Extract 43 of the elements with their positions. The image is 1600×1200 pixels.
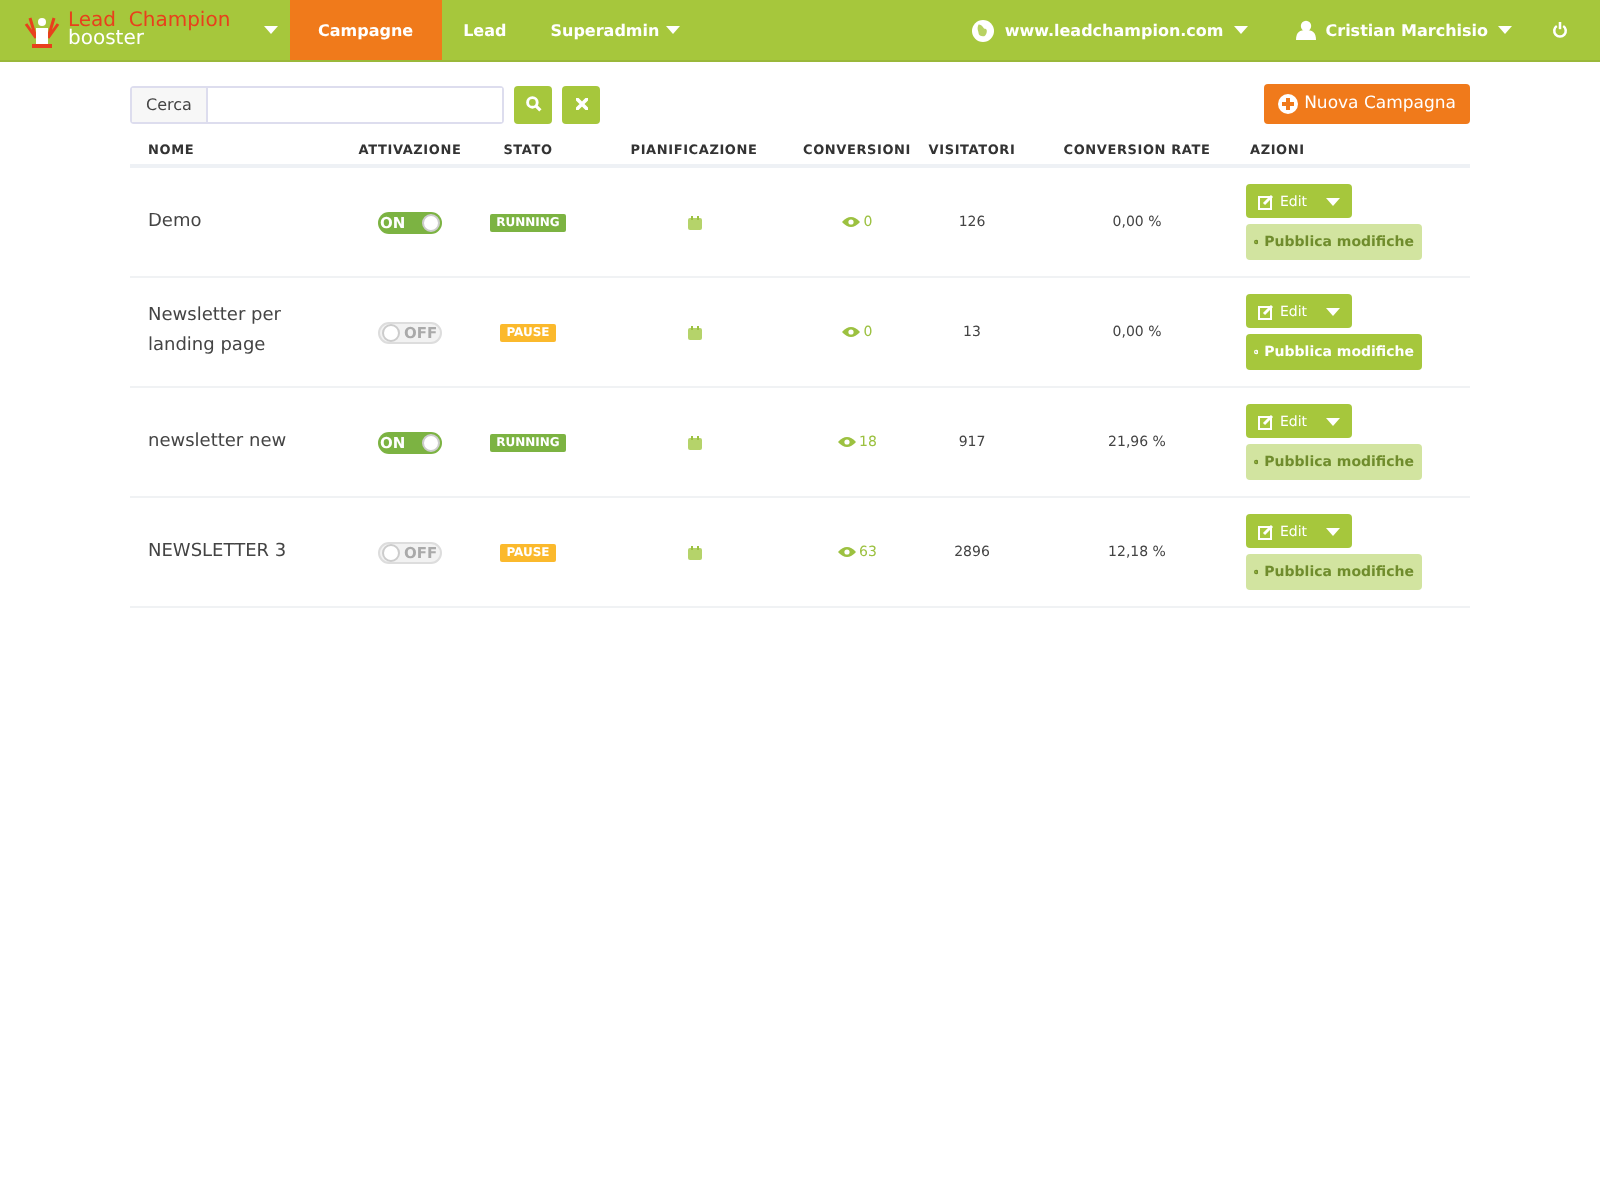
campaign-name: newsletter new bbox=[146, 429, 289, 455]
caret-icon bbox=[1498, 26, 1512, 34]
campaign-name: Demo bbox=[146, 209, 204, 235]
edit-icon bbox=[1258, 413, 1274, 429]
nav-tab[interactable]: Campagne bbox=[290, 0, 442, 60]
search-label: Cerca bbox=[132, 87, 208, 121]
new-campaign-button[interactable]: Nuova Campagna bbox=[1264, 84, 1470, 124]
eye-icon bbox=[837, 436, 856, 448]
plus-circle-icon bbox=[1278, 94, 1299, 114]
calendar-icon[interactable] bbox=[687, 215, 701, 229]
site-selector[interactable]: www.leadchampion.com bbox=[1004, 21, 1224, 39]
campaign-name: NEWSLETTER 3 bbox=[146, 539, 289, 565]
eye-icon bbox=[841, 216, 860, 228]
close-icon bbox=[575, 98, 587, 110]
caret-icon bbox=[1233, 26, 1248, 34]
brand-subtitle: booster bbox=[68, 30, 144, 48]
search-box[interactable]: Cerca bbox=[130, 85, 504, 123]
clear-button[interactable] bbox=[562, 85, 600, 123]
calendar-icon[interactable] bbox=[687, 325, 701, 339]
search-button[interactable] bbox=[514, 85, 552, 123]
calendar-icon[interactable] bbox=[687, 545, 701, 559]
eye-icon bbox=[837, 546, 856, 558]
brand-name: Lead Champion bbox=[68, 12, 231, 30]
globe-icon bbox=[1254, 344, 1259, 360]
caret-icon bbox=[1326, 527, 1340, 535]
search-icon bbox=[525, 96, 541, 112]
nav-tab[interactable]: Superadmin bbox=[528, 0, 702, 60]
eye-icon bbox=[841, 326, 860, 338]
campaign-name: Newsletter per landing page bbox=[146, 304, 283, 360]
globe-icon bbox=[972, 19, 995, 41]
caret-icon bbox=[1326, 417, 1340, 425]
edit-icon bbox=[1258, 523, 1274, 539]
edit-icon bbox=[1258, 303, 1274, 319]
calendar-icon[interactable] bbox=[687, 435, 701, 449]
caret-icon bbox=[1326, 197, 1340, 205]
caret-icon bbox=[1326, 307, 1340, 315]
caret-icon bbox=[665, 26, 680, 34]
nav-tab[interactable]: Lead bbox=[441, 0, 529, 60]
edit-icon bbox=[1258, 193, 1274, 209]
power-icon[interactable] bbox=[1552, 22, 1568, 38]
user-icon bbox=[1295, 20, 1316, 40]
brand-caret-icon bbox=[264, 26, 278, 34]
user-menu[interactable]: Cristian Marchisio bbox=[1325, 21, 1488, 39]
